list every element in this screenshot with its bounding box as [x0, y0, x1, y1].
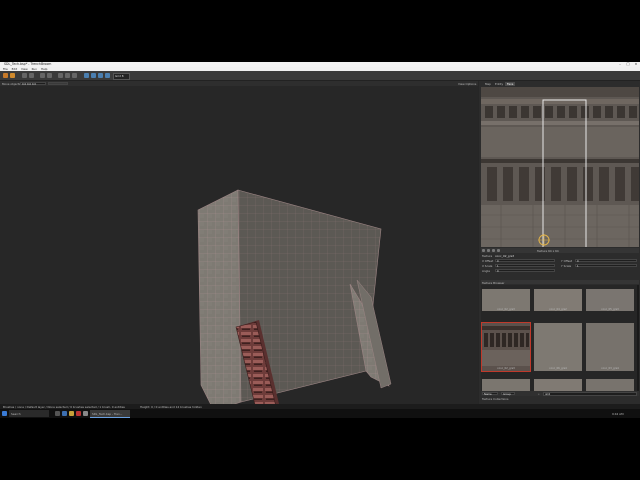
xoffset-input[interactable]: 0: [495, 259, 555, 263]
texture-thumb-preview: [482, 323, 530, 371]
xscale-input[interactable]: 1: [495, 264, 555, 268]
brush-front-face: [197, 189, 242, 412]
texture-thumb-name: conc_06_grs4: [549, 367, 567, 370]
texture-thumb-name: conc_04_grs2: [549, 308, 567, 311]
uv-editor[interactable]: [481, 87, 639, 247]
texture-name: conc_02_grs3: [495, 254, 515, 258]
uv-toolbar: Texture 64 x 64: [481, 248, 639, 253]
paste-icon[interactable]: [47, 73, 52, 78]
flip-h-icon[interactable]: [487, 249, 490, 252]
snap-icon[interactable]: [98, 73, 103, 78]
texture-thumb-name: conc_05_grs3: [601, 308, 619, 311]
scale-icon[interactable]: [72, 73, 77, 78]
texture-thumb[interactable]: conc_03_grs4: [586, 323, 634, 371]
yoffset-label: Y Offset: [561, 259, 573, 263]
texture-collections-label: Texture Collections: [482, 397, 509, 401]
edge-icon[interactable]: [62, 411, 67, 416]
texture-filter-input[interactable]: [543, 392, 637, 396]
taskbar-clock: 9:42 AM: [612, 411, 624, 416]
texture-browser-scrollbar[interactable]: [637, 285, 639, 391]
move-input[interactable]: 0.0 0.0 0.0: [20, 82, 46, 86]
brush-render: [2, 189, 392, 418]
texture-thumb-name: conc_02_grs3: [497, 308, 515, 311]
texture-thumb-selected[interactable]: conc_02_grs3: [481, 322, 531, 372]
copy-icon[interactable]: [40, 73, 45, 78]
tab-map[interactable]: Map: [483, 82, 493, 86]
texture-thumb[interactable]: [482, 379, 530, 391]
rotate-icon[interactable]: [58, 73, 63, 78]
texture-thumb[interactable]: conc_05_grs3: [586, 289, 634, 311]
flip-v-icon[interactable]: [492, 249, 495, 252]
texture-thumb[interactable]: [586, 379, 634, 391]
start-icon[interactable]: [2, 411, 7, 416]
apply-move-button[interactable]: [48, 82, 68, 85]
app-window: SDL_Tech.bsp* - TrenchBroom – □ × File E…: [0, 62, 640, 418]
group-select[interactable]: Group: [501, 392, 515, 396]
3d-viewport[interactable]: [0, 86, 478, 418]
reset-uv-icon[interactable]: [482, 249, 485, 252]
texture-browser-footer: Name Group ⌕: [481, 391, 639, 396]
brush-tool-icon[interactable]: [3, 73, 8, 78]
face-attributes: Texture conc_02_grs3 X Offset 0 Y Offset…: [481, 254, 639, 279]
xscale-label: X Scale: [482, 264, 493, 268]
taskbar-trenchbroom[interactable]: SDL_Tech.bsp - Tren...: [90, 410, 130, 418]
texture-size-readout: Texture 64 x 64: [537, 249, 559, 253]
taskbar-app-label: SDL_Tech.bsp - Tren...: [92, 412, 123, 416]
task-view-icon[interactable]: [55, 411, 60, 416]
tab-entity[interactable]: Entity: [493, 82, 505, 86]
angle-label: Angle: [482, 269, 490, 273]
tab-face[interactable]: Face: [505, 82, 516, 86]
yoffset-input[interactable]: 0: [575, 259, 637, 263]
grid-icon[interactable]: [105, 73, 110, 78]
rotate-uv-icon[interactable]: [497, 249, 500, 252]
texture-browser-header: Texture Browser: [481, 280, 639, 285]
uv-texture-preview: [481, 87, 639, 247]
taskbar-search[interactable]: Search: [9, 410, 49, 417]
explorer-icon[interactable]: [69, 411, 74, 416]
undo-icon[interactable]: [22, 73, 27, 78]
app-icon[interactable]: [76, 411, 81, 416]
taskbar: Search SDL_Tech.bsp - Tren... 9:42 AM: [0, 409, 640, 418]
texture-thumb[interactable]: conc_04_grs2: [534, 289, 582, 311]
search-icon: ⌕: [538, 392, 540, 396]
inspector-panel: Map Entity Face Texture 64 x 64 Texture …: [479, 81, 640, 404]
texture-thumb[interactable]: [534, 379, 582, 391]
texture-thumb-name: conc_02_grs3: [497, 367, 515, 370]
uv-lock-icon[interactable]: [91, 73, 96, 78]
sort-select[interactable]: Name: [482, 392, 498, 396]
texture-thumb[interactable]: conc_02_grs3: [482, 289, 530, 311]
texture-thumb[interactable]: conc_06_grs4: [534, 323, 582, 371]
toolbar: Grid 8: [0, 71, 640, 81]
yscale-label: Y Scale: [561, 264, 572, 268]
texture-thumb-name: conc_03_grs4: [601, 367, 619, 370]
texture-browser-title: Texture Browser: [482, 280, 505, 285]
texture-label: Texture: [482, 254, 493, 258]
angle-input[interactable]: 0: [495, 269, 555, 273]
app-icon[interactable]: [83, 411, 88, 416]
yscale-input[interactable]: 1: [575, 264, 637, 268]
xoffset-label: X Offset: [482, 259, 494, 263]
texture-browser: conc_02_grs3 conc_04_grs2 conc_05_grs3 c…: [481, 285, 639, 391]
entity-tool-icon[interactable]: [10, 73, 15, 78]
grid-size-select[interactable]: Grid 8: [113, 73, 130, 80]
taskbar-search-label: Search: [11, 412, 21, 416]
texture-lock-icon[interactable]: [84, 73, 89, 78]
flip-icon[interactable]: [65, 73, 70, 78]
redo-icon[interactable]: [29, 73, 34, 78]
